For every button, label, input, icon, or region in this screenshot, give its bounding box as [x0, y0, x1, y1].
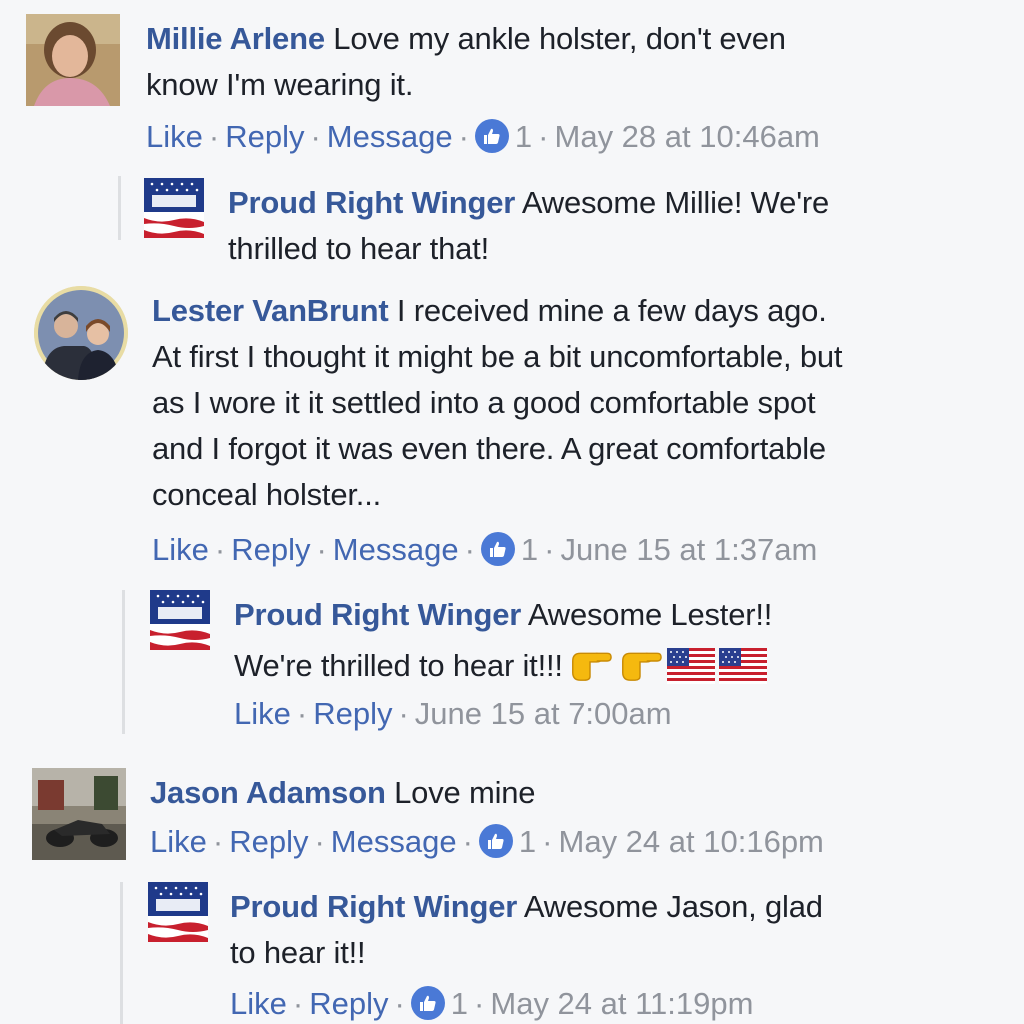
reply-link[interactable]: Reply: [231, 532, 310, 567]
thumbs-right-icon: [567, 638, 613, 684]
comment-actions: Like · Reply · Message · 1 · June 15 at 1:37am: [152, 532, 818, 567]
timestamp[interactable]: June 15 at 7:00am: [415, 696, 672, 731]
like-count-icon[interactable]: [480, 532, 515, 566]
avatar-proud-right-winger[interactable]: [148, 882, 208, 942]
like-link[interactable]: Like: [234, 696, 291, 731]
like-count[interactable]: 1: [515, 532, 538, 567]
reply-link[interactable]: Reply: [309, 986, 388, 1021]
reply-thread-rail: [122, 590, 125, 734]
like-count[interactable]: 1: [513, 824, 536, 859]
comment-author[interactable]: Lester VanBrunt: [152, 293, 389, 328]
avatar-lester-vanbrunt[interactable]: [34, 286, 128, 380]
message-link[interactable]: Message: [331, 824, 457, 859]
reply-link[interactable]: Reply: [225, 119, 304, 154]
reply-author[interactable]: Proud Right Winger: [230, 889, 517, 924]
thumbs-right-icon: [617, 638, 663, 684]
timestamp[interactable]: May 28 at 10:46am: [555, 119, 820, 154]
avatar-jason-adamson[interactable]: [32, 768, 126, 860]
like-count-icon[interactable]: [474, 119, 509, 153]
comment-text: Jason Adamson Love mine: [150, 775, 536, 810]
reply-link[interactable]: Reply: [313, 696, 392, 731]
like-count-icon[interactable]: [478, 824, 513, 858]
like-link[interactable]: Like: [146, 119, 203, 154]
comment-actions: Like · Reply · Message · 1 · May 28 at 10:46am: [146, 119, 820, 154]
timestamp[interactable]: June 15 at 1:37am: [561, 532, 818, 567]
reply-author[interactable]: Proud Right Winger: [234, 597, 521, 632]
reply-thread-rail: [120, 882, 123, 1024]
reply-text: Proud Right Winger Awesome Lester!! We'r…: [234, 597, 773, 684]
timestamp[interactable]: May 24 at 10:16pm: [559, 824, 824, 859]
avatar-proud-right-winger[interactable]: [150, 590, 210, 650]
avatar-millie-arlene[interactable]: [26, 14, 120, 106]
like-link[interactable]: Like: [230, 986, 287, 1021]
comment-actions: Like · Reply · Message · 1 · May 24 at 10:16pm: [150, 824, 824, 859]
like-count[interactable]: 1: [509, 119, 532, 154]
reply-text: Proud Right Winger Awesome Millie! We're…: [228, 185, 830, 266]
us-flag-icon: [719, 648, 767, 684]
reply-thread-rail: [118, 176, 121, 240]
comment-author[interactable]: Millie Arlene: [146, 21, 325, 56]
timestamp[interactable]: May 24 at 11:19pm: [490, 986, 753, 1021]
like-count[interactable]: 1: [445, 986, 468, 1021]
message-link[interactable]: Message: [327, 119, 453, 154]
avatar-proud-right-winger[interactable]: [144, 178, 204, 238]
comment-author[interactable]: Jason Adamson: [150, 775, 386, 810]
message-link[interactable]: Message: [333, 532, 459, 567]
reply-actions: Like · Reply · 1 · May 24 at 11:19pm: [230, 986, 754, 1021]
comment-text: Millie Arlene Love my ankle holster, don…: [146, 21, 786, 102]
comment-text: Lester VanBrunt I received mine a few da…: [152, 293, 843, 512]
reply-link[interactable]: Reply: [229, 824, 308, 859]
like-link[interactable]: Like: [152, 532, 209, 567]
like-link[interactable]: Like: [150, 824, 207, 859]
us-flag-icon: [667, 648, 715, 684]
reply-actions: Like · Reply · June 15 at 7:00am: [234, 696, 672, 731]
reply-text: Proud Right Winger Awesome Jason, glad t…: [230, 889, 823, 970]
reply-author[interactable]: Proud Right Winger: [228, 185, 515, 220]
like-count-icon[interactable]: [410, 986, 445, 1020]
